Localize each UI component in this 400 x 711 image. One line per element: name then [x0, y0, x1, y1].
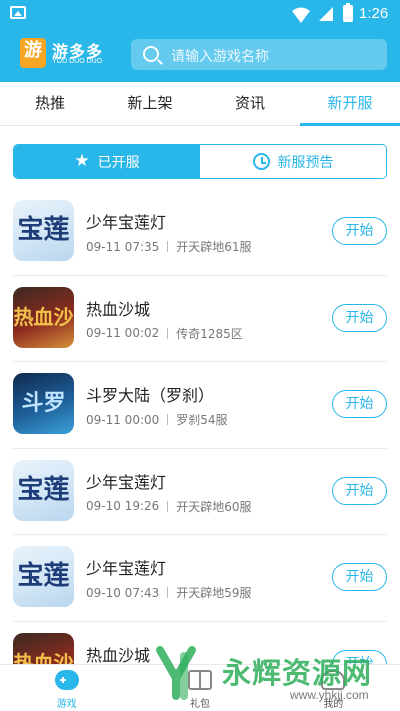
app-header: 1:26 游 游多多 YOU DUO DUO 请输入游戏名称 — [0, 0, 400, 82]
status-time: 1:26 — [359, 5, 389, 22]
list-item[interactable]: 宝莲灯 少年宝莲灯 09-10 19:26 开天辟地60服 开始 — [13, 449, 387, 535]
open-time: 09-10 19:26 — [86, 499, 160, 513]
signal-icon — [319, 7, 333, 21]
game-meta: 09-10 19:26 开天辟地60服 — [86, 498, 252, 515]
open-time: 09-11 07:35 — [86, 239, 160, 254]
search-input[interactable]: 请输入游戏名称 — [131, 39, 387, 70]
game-name: 热血沙城 — [86, 299, 151, 319]
watermark-text: 永辉资源网 — [222, 656, 373, 690]
search-icon — [143, 46, 159, 62]
alarm-clock-icon — [252, 153, 270, 170]
start-button[interactable]: 开始 — [332, 476, 387, 505]
watermark-url: www.yhkjj.com — [290, 688, 369, 702]
game-thumbnail: 宝莲灯 — [13, 459, 74, 521]
tab-news[interactable]: 资讯 — [200, 82, 300, 125]
battery-icon — [343, 3, 353, 22]
list-item[interactable]: 宝莲灯 少年宝莲灯 09-10 07:43 开天辟地59服 开始 — [13, 535, 387, 622]
search-placeholder: 请输入游戏名称 — [171, 49, 269, 65]
tab-new-servers[interactable]: 新开服 — [300, 82, 400, 126]
site-watermark: 永辉资源网 www.yhkjj.com — [150, 628, 400, 708]
wifi-icon — [292, 7, 310, 23]
game-meta: 09-11 00:02 传奇1285区 — [86, 325, 243, 342]
thumbnail-art-text: 斗罗 — [21, 391, 66, 416]
app-subtitle: YOU DUO DUO — [52, 58, 103, 65]
server-name: 开天辟地61服 — [176, 240, 252, 254]
category-tabs: 热推 新上架 资讯 新开服 — [0, 82, 400, 126]
segment-opened[interactable]: ★ 已开服 — [14, 145, 200, 178]
game-name: 少年宝莲灯 — [86, 559, 167, 578]
game-name: 少年宝莲灯 — [86, 472, 167, 492]
game-thumbnail: 宝莲灯 — [13, 200, 74, 261]
server-list: 宝莲灯 少年宝莲灯 09-11 07:35 开天辟地61服 开始 热血沙城 热血沙… — [0, 189, 400, 664]
meta-divider — [167, 414, 169, 425]
gamepad-icon — [54, 670, 79, 690]
server-name: 开天辟地59服 — [176, 586, 252, 600]
thumbnail-art-text: 宝莲灯 — [17, 215, 70, 245]
start-button[interactable]: 开始 — [332, 563, 387, 591]
server-segment-control: ★ 已开服 新服预告 — [13, 144, 387, 179]
game-meta: 09-10 07:43 开天辟地59服 — [86, 584, 252, 601]
segment-preview[interactable]: 新服预告 — [200, 145, 386, 178]
gallery-notification-icon — [10, 6, 26, 19]
thumbnail-art-text: 热血沙城 — [13, 304, 74, 329]
open-time: 09-11 00:02 — [86, 326, 160, 340]
game-thumbnail: 斗罗 — [13, 373, 74, 434]
game-thumbnail: 热血沙城 — [13, 632, 74, 665]
open-time: 09-10 07:43 — [86, 585, 160, 600]
game-thumbnail: 宝莲灯 — [13, 546, 74, 607]
game-thumbnail: 热血沙城 — [13, 286, 74, 348]
thumbnail-art-text: 热血沙城 — [13, 650, 74, 665]
start-button[interactable]: 开始 — [332, 390, 387, 418]
server-name: 开天辟地60服 — [176, 499, 252, 514]
segment-opened-label: 已开服 — [97, 154, 140, 171]
game-name: 热血沙城 — [86, 645, 151, 665]
game-name: 少年宝莲灯 — [86, 213, 167, 232]
start-button[interactable]: 开始 — [332, 217, 387, 245]
app-logo: 游 — [20, 38, 46, 68]
tab-hot[interactable]: 热推 — [0, 82, 100, 125]
thumbnail-art-text: 宝莲灯 — [17, 474, 70, 505]
star-icon: ★ — [74, 151, 90, 171]
meta-divider — [167, 500, 169, 512]
meta-divider — [167, 241, 169, 252]
meta-divider — [167, 587, 169, 598]
list-item[interactable]: 热血沙城 热血沙城 09-11 00:02 传奇1285区 开始 — [13, 276, 387, 362]
game-meta: 09-11 00:00 罗刹54服 — [86, 411, 228, 428]
status-bar: 1:26 — [0, 0, 400, 30]
open-time: 09-11 00:00 — [86, 412, 160, 427]
start-button[interactable]: 开始 — [332, 303, 387, 332]
nav-games[interactable]: 游戏 — [0, 665, 133, 711]
server-name: 传奇1285区 — [176, 326, 243, 341]
server-name: 罗刹54服 — [176, 413, 228, 427]
list-item[interactable]: 宝莲灯 少年宝莲灯 09-11 07:35 开天辟地61服 开始 — [13, 189, 387, 276]
watermark-logo-icon — [156, 646, 196, 700]
game-meta: 09-11 07:35 开天辟地61服 — [86, 238, 252, 255]
meta-divider — [167, 327, 169, 339]
nav-games-label: 游戏 — [56, 699, 77, 710]
segment-preview-label: 新服预告 — [277, 154, 334, 171]
thumbnail-art-text: 宝莲灯 — [17, 561, 70, 591]
list-item[interactable]: 斗罗 斗罗大陆（罗刹） 09-11 00:00 罗刹54服 开始 — [13, 362, 387, 449]
tab-new-release[interactable]: 新上架 — [100, 82, 200, 125]
game-name: 斗罗大陆（罗刹） — [86, 386, 215, 405]
